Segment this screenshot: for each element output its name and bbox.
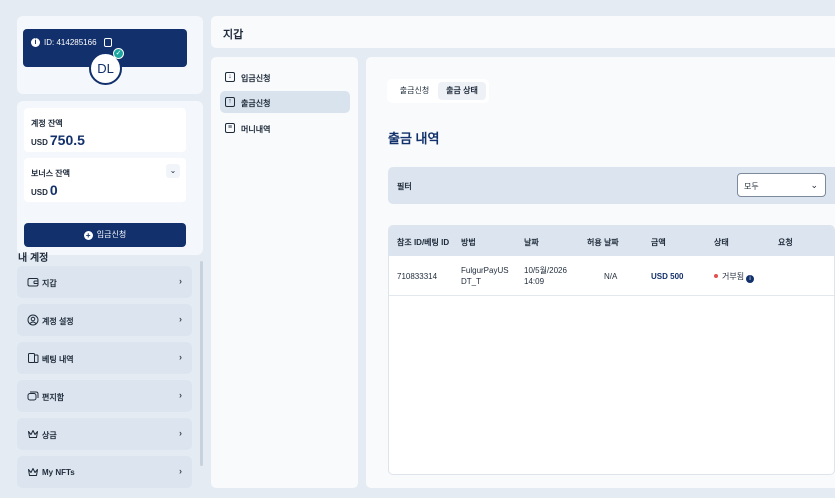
user-id-text: ID: 414285166 (44, 38, 97, 47)
amount-cell: USD 500 (651, 272, 684, 281)
filter-label: 필터 (397, 182, 412, 191)
column-header: 허용 날짜 (587, 238, 619, 247)
account-sidebar: i ID: 414285166 DL ✓ 계정 잔액 USD 750.5 보너스 … (17, 16, 203, 488)
copy-icon[interactable] (104, 38, 112, 47)
chevron-right-icon: › (179, 276, 182, 286)
bonus-balance-box: 보너스 잔액 USD 0 ⌄ (24, 158, 186, 202)
upload-icon: ↑ (225, 97, 235, 107)
menu-item-label: 상금 (42, 431, 57, 440)
menu-item-my-nfts[interactable]: My NFTs › (17, 456, 192, 488)
wallet-nav: ↓ 입금신청 ↑ 출금신청 ≡ 머니내역 (211, 57, 358, 488)
menu-item-label: 계정 설정 (42, 317, 74, 326)
column-header: 금액 (651, 238, 666, 247)
wallet-nav-label: 머니내역 (241, 125, 271, 134)
withdraw-tabs: 출금신청 출금 상태 (387, 79, 489, 103)
user-circle-icon (27, 314, 39, 326)
status-cell: 거부됨 i (714, 271, 755, 283)
page-header: 지갑 (211, 16, 835, 48)
column-header: 날짜 (524, 238, 539, 247)
section-title: 출금 내역 (388, 131, 440, 146)
menu-item-label: 베팅 내역 (42, 355, 74, 364)
wallet-icon (27, 278, 39, 287)
page-title: 지갑 (223, 29, 244, 41)
menu-item-messages[interactable]: 편지함 › (17, 380, 192, 412)
account-balance-box: 계정 잔액 USD 750.5 (24, 108, 186, 152)
betting-slip-icon (28, 353, 39, 363)
chevron-right-icon: › (179, 466, 182, 476)
download-icon: ↓ (225, 72, 235, 82)
info-icon[interactable]: i (746, 275, 755, 283)
bonus-balance-label: 보너스 잔액 (31, 169, 71, 178)
balance-card: 계정 잔액 USD 750.5 보너스 잔액 USD 0 ⌄ + 입금신청 (17, 101, 203, 255)
method-cell: FulgurPayUS DT_T (461, 266, 509, 286)
plus-icon: + (83, 231, 93, 240)
menu-item-label: 편지함 (42, 393, 65, 402)
sidebar-scrollbar[interactable] (200, 261, 203, 466)
menu-item-prizes[interactable]: 상금 › (17, 418, 192, 450)
status-filter-select[interactable]: 모두 ⌄ (737, 173, 826, 197)
account-balance-amount: USD 750.5 (31, 132, 85, 148)
wallet-nav-label: 입금신청 (241, 74, 271, 83)
column-header: 상태 (714, 238, 729, 247)
account-balance-label: 계정 잔액 (31, 119, 63, 128)
wallet-nav-label: 출금신청 (241, 99, 271, 108)
menu-item-betting-history[interactable]: 베팅 내역 › (17, 342, 192, 374)
document-icon: ≡ (225, 123, 235, 133)
chevron-right-icon: › (179, 390, 182, 400)
filter-bar: 필터 모두 ⌄ (388, 167, 835, 204)
withdrawals-table: 참조 ID/베팅 ID 방법 날짜 허용 날짜 금액 상태 요청 7108333… (388, 225, 835, 475)
date-cell: 10/5월/2026 14:09 (524, 266, 567, 286)
crown-icon (28, 468, 38, 476)
wallet-nav-money-history[interactable]: ≡ 머니내역 (220, 117, 350, 139)
column-header: 방법 (461, 238, 476, 247)
chevron-right-icon: › (179, 428, 182, 438)
select-value: 모두 (744, 182, 759, 191)
main-content: 출금신청 출금 상태 출금 내역 필터 모두 ⌄ 참조 ID/베팅 ID 방법 … (366, 57, 835, 488)
crown-icon (28, 430, 38, 438)
wallet-nav-withdraw[interactable]: ↑ 출금신청 (220, 91, 350, 113)
status-dot-icon (714, 274, 718, 278)
table-row[interactable]: 710833314 FulgurPayUS DT_T 10/5월/2026 14:0… (389, 256, 834, 296)
menu-item-wallet[interactable]: 지갑 › (17, 266, 192, 298)
allowed-date-cell: N/A (604, 272, 618, 281)
info-icon: i (31, 38, 40, 47)
ref-id-cell: 710833314 (397, 272, 438, 281)
chevron-right-icon: › (179, 352, 182, 362)
bonus-balance-amount: USD 0 (31, 182, 58, 198)
menu-item-label: My NFTs (42, 468, 75, 477)
column-header: 참조 ID/베팅 ID (397, 238, 450, 247)
menu-item-label: 지갑 (42, 279, 57, 288)
chevron-right-icon: › (179, 314, 182, 324)
verified-check-icon: ✓ (113, 48, 124, 59)
tab-withdraw-status[interactable]: 출금 상태 (438, 82, 486, 100)
chevron-down-icon[interactable]: ⌄ (166, 164, 180, 178)
menu-item-account-settings[interactable]: 계정 설정 › (17, 304, 192, 336)
column-header: 요청 (778, 238, 793, 247)
profile-card: i ID: 414285166 DL ✓ (17, 16, 203, 94)
messages-icon (27, 391, 39, 401)
tab-withdraw-request[interactable]: 출금신청 (392, 82, 437, 100)
chevron-down-icon: ⌄ (810, 180, 818, 190)
deposit-button[interactable]: + 입금신청 (24, 223, 186, 247)
table-header: 참조 ID/베팅 ID 방법 날짜 허용 날짜 금액 상태 요청 (389, 226, 834, 256)
my-account-heading: 내 계정 (18, 253, 49, 264)
wallet-nav-deposit[interactable]: ↓ 입금신청 (220, 66, 350, 88)
